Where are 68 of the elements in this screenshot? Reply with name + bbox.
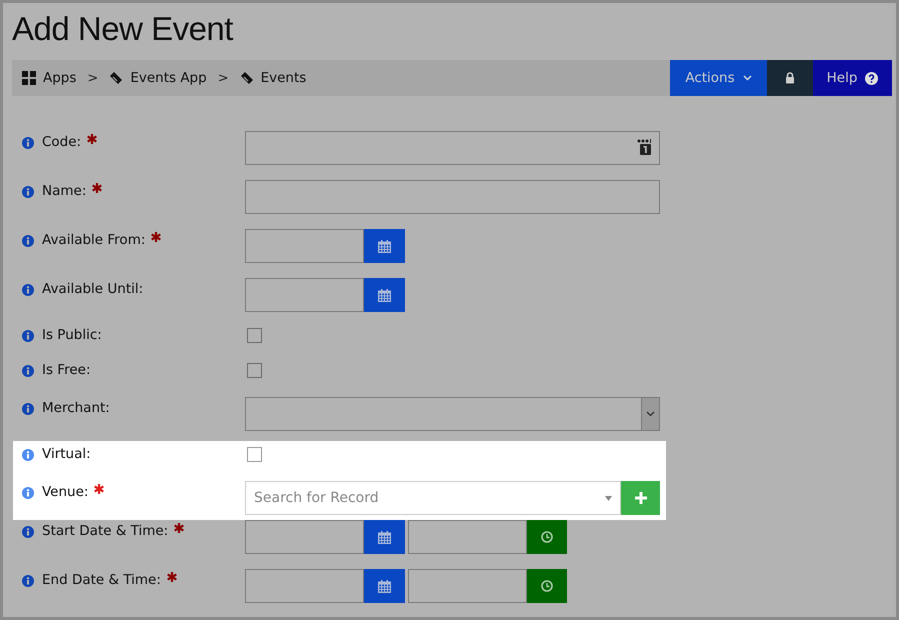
clock-icon — [541, 580, 553, 592]
help-icon — [865, 72, 878, 84]
field-label: Available From: — [42, 232, 146, 248]
select-field[interactable] — [245, 397, 660, 431]
number-sequence-icon — [637, 139, 651, 155]
date-field[interactable] — [245, 229, 364, 263]
clock-button[interactable] — [527, 569, 567, 603]
clock-icon — [541, 531, 553, 543]
plus-icon — [634, 492, 646, 504]
calendar-icon — [378, 288, 391, 302]
field-label: Start Date & Time: — [42, 523, 168, 539]
info-icon[interactable] — [22, 330, 34, 342]
ticket-icon — [109, 71, 124, 85]
add-button[interactable] — [621, 481, 660, 515]
breadcrumb-separator: > — [218, 70, 229, 86]
placeholder-text: Search for Record — [254, 490, 379, 506]
field-label: Available Until: — [42, 281, 144, 297]
calendar-icon — [378, 580, 391, 592]
date-field[interactable] — [245, 569, 364, 603]
checkbox[interactable] — [247, 328, 262, 343]
calendar-button[interactable] — [364, 229, 405, 263]
text-field[interactable] — [245, 180, 660, 214]
calendar-icon — [378, 240, 391, 252]
date-field[interactable] — [245, 278, 364, 312]
search-select-field[interactable]: Search for Record — [245, 481, 621, 515]
field-label: End Date & Time: — [42, 572, 161, 588]
clock-button[interactable] — [527, 520, 567, 554]
calendar-button[interactable] — [364, 520, 405, 554]
info-icon[interactable] — [22, 487, 34, 499]
breadcrumb-link[interactable]: Apps — [43, 70, 76, 86]
ticket-icon — [240, 71, 254, 85]
info-icon[interactable] — [22, 137, 34, 149]
actions-button[interactable]: Actions — [670, 60, 767, 96]
info-icon[interactable] — [22, 526, 34, 538]
code-field[interactable] — [245, 131, 660, 165]
info-icon[interactable] — [22, 449, 34, 461]
checkbox[interactable] — [247, 363, 262, 378]
field-label: Is Free: — [42, 362, 91, 378]
field-label: Merchant: — [42, 400, 110, 416]
calendar-button[interactable] — [364, 278, 405, 312]
field-label: Venue: — [42, 484, 88, 500]
info-icon[interactable] — [22, 365, 34, 377]
page-title: Add New Event — [11, 9, 234, 49]
breadcrumb-link[interactable]: Events App — [130, 70, 207, 86]
lock-button[interactable] — [767, 60, 813, 96]
chevron-down-icon — [646, 411, 655, 417]
field-label: Code: — [42, 134, 82, 150]
time-field[interactable] — [408, 569, 527, 603]
info-icon[interactable] — [22, 235, 34, 247]
caret-icon — [742, 75, 752, 81]
info-icon[interactable] — [22, 575, 34, 587]
time-field[interactable] — [408, 520, 527, 554]
lock-icon — [785, 72, 795, 84]
grid-icon — [22, 71, 36, 85]
field-label: Name: — [42, 183, 86, 199]
checkbox[interactable] — [247, 447, 262, 462]
info-icon[interactable] — [22, 284, 34, 296]
breadcrumb-separator: > — [87, 70, 98, 86]
info-icon[interactable] — [22, 186, 34, 198]
field-label: Is Public: — [42, 327, 102, 343]
help-button[interactable]: Help — [813, 60, 892, 96]
dropdown-arrow-icon — [605, 496, 612, 500]
date-field[interactable] — [245, 520, 364, 554]
field-label: Virtual: — [42, 446, 91, 462]
calendar-icon — [378, 530, 391, 544]
calendar-button[interactable] — [364, 569, 405, 603]
info-icon[interactable] — [22, 403, 34, 415]
breadcrumb-link[interactable]: Events — [260, 70, 306, 86]
